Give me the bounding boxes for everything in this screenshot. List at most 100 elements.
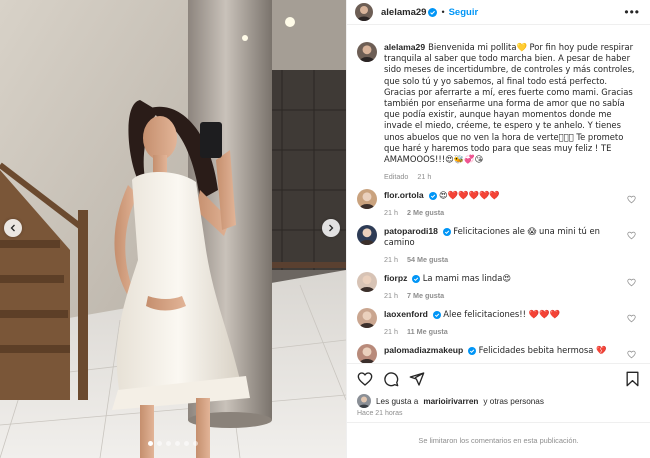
caption-text: alelama29 Bienvenida mi pollita💛 Por fin … — [384, 42, 640, 165]
commenter-avatar[interactable] — [357, 308, 377, 329]
carousel-dot — [148, 441, 153, 446]
comment-icon — [384, 372, 399, 387]
follow-button[interactable]: Seguir — [449, 7, 479, 18]
post-photo — [0, 0, 346, 458]
comment-body: Felicidades bebita hermosa 💔 — [478, 345, 607, 356]
bookmark-icon — [626, 371, 639, 387]
author-avatar[interactable] — [355, 3, 373, 21]
comment-time: 21 h — [384, 208, 398, 218]
comment-like-button[interactable] — [627, 195, 636, 206]
commenter-username[interactable]: palomadiazmakeup — [384, 345, 463, 355]
more-options-button[interactable]: ••• — [624, 5, 640, 19]
post-caption: alelama29 Bienvenida mi pollita💛 Por fin … — [357, 42, 640, 181]
comment-body: 😍❤️❤️❤️❤️❤️ — [438, 190, 500, 201]
caption-meta: Editado 21 h — [384, 172, 640, 181]
next-slide-button[interactable] — [322, 219, 340, 237]
comment-likes[interactable]: 11 Me gusta — [407, 327, 448, 336]
carousel-dot — [193, 441, 198, 446]
comment-likes[interactable]: 54 Me gusta — [407, 255, 448, 264]
comment-likes[interactable]: 2 Me gusta — [407, 208, 444, 217]
heart-icon — [627, 231, 636, 240]
verified-badge-icon — [432, 311, 441, 320]
comment-meta: 21 h 7 Me gusta — [384, 291, 624, 300]
save-button[interactable] — [625, 371, 640, 387]
heart-icon — [627, 350, 636, 359]
verified-badge-icon — [428, 7, 438, 17]
carousel-dot — [175, 441, 180, 446]
liker-avatar[interactable] — [357, 394, 371, 408]
like-button[interactable] — [357, 371, 373, 387]
comment-time: 21 h — [384, 327, 398, 337]
verified-badge-icon — [442, 228, 451, 237]
verified-badge-icon — [468, 347, 477, 356]
comments-list[interactable]: alelama29 Bienvenida mi pollita💛 Por fin … — [347, 25, 650, 363]
heart-icon — [357, 372, 373, 386]
comment-text: patoparodi18 Felicitaciones ale 😱 una mi… — [384, 226, 624, 248]
comment-item: patoparodi18 Felicitaciones ale 😱 una mi… — [357, 225, 640, 264]
caption-username[interactable]: alelama29 — [384, 42, 425, 52]
post-media[interactable] — [0, 0, 346, 458]
comments-limited-notice: Se limitaron los comentarios en esta pub… — [347, 422, 650, 458]
comment-item: laoxenford Alee felicitaciones!! ❤️❤️❤️ 2… — [357, 308, 640, 336]
carousel-dot — [166, 441, 171, 446]
action-bar — [347, 364, 650, 394]
post-footer: Les gusta a marioirivarren y otras perso… — [347, 363, 650, 458]
comment-meta: 21 h 2 Me gusta — [384, 208, 624, 217]
carousel-dot — [157, 441, 162, 446]
commenter-username[interactable]: patoparodi18 — [384, 226, 438, 236]
comment-body: La mami mas linda😍 — [422, 273, 512, 284]
comment-text: palomadiazmakeup Felicidades bebita herm… — [384, 345, 624, 356]
commenter-avatar[interactable] — [357, 272, 377, 293]
comment-meta: 21 h 11 Me gusta — [384, 327, 624, 336]
comment-body: Alee felicitaciones!! ❤️❤️❤️ — [443, 309, 560, 320]
previous-slide-button[interactable] — [4, 219, 22, 237]
liker-username[interactable]: marioirivarren — [423, 397, 478, 406]
comment-text: laoxenford Alee felicitaciones!! ❤️❤️❤️ — [384, 309, 624, 320]
commenter-username[interactable]: flor.ortola — [384, 190, 424, 200]
commenter-username[interactable]: fiorpz — [384, 273, 407, 283]
post-header: alelama29 • Seguir ••• — [347, 0, 650, 25]
post-side-panel: alelama29 • Seguir ••• alelama29 Bienveni… — [346, 0, 650, 458]
chevron-right-icon — [329, 224, 334, 232]
comment-text: fiorpz La mami mas linda😍 — [384, 273, 624, 284]
likes-summary: Les gusta a marioirivarren y otras perso… — [347, 394, 650, 408]
likes-suffix[interactable]: y otras personas — [483, 397, 544, 406]
edited-label: Editado — [384, 172, 409, 182]
separator-dot: • — [441, 7, 445, 17]
caption-time: 21 h — [417, 172, 432, 182]
comment-like-button[interactable] — [627, 278, 636, 289]
comment-thread: flor.ortola 😍❤️❤️❤️❤️❤️ 21 h 2 Me gusta pat… — [357, 189, 640, 363]
verified-badge-icon — [428, 192, 437, 201]
comment-item: fiorpz La mami mas linda😍 21 h 7 Me gusta — [357, 272, 640, 300]
post-timestamp[interactable]: Hace 21 horas — [347, 408, 650, 422]
commenter-username[interactable]: laoxenford — [384, 309, 428, 319]
comment-text: flor.ortola 😍❤️❤️❤️❤️❤️ — [384, 190, 624, 201]
author-avatar[interactable] — [357, 42, 377, 62]
comment-likes[interactable]: 7 Me gusta — [407, 291, 444, 300]
instagram-post: alelama29 • Seguir ••• alelama29 Bienveni… — [0, 0, 650, 458]
commenter-avatar[interactable] — [357, 189, 377, 210]
verified-badge-icon — [412, 275, 421, 284]
comment-like-button[interactable] — [627, 314, 636, 325]
comment-item: flor.ortola 😍❤️❤️❤️❤️❤️ 21 h 2 Me gusta — [357, 189, 640, 217]
comment-like-button[interactable] — [627, 231, 636, 242]
chevron-left-icon — [10, 224, 15, 232]
carousel-indicator — [0, 441, 346, 446]
share-button[interactable] — [409, 371, 425, 387]
comment-button[interactable] — [383, 371, 399, 387]
commenter-avatar[interactable] — [357, 344, 377, 363]
heart-icon — [627, 195, 636, 204]
comment-time: 21 h — [384, 291, 398, 301]
heart-icon — [627, 278, 636, 287]
comment-item: palomadiazmakeup Felicidades bebita herm… — [357, 344, 640, 363]
carousel-dot — [184, 441, 189, 446]
comment-like-button[interactable] — [627, 350, 636, 361]
comment-time: 21 h — [384, 255, 398, 265]
share-icon — [409, 372, 425, 386]
likes-prefix: Les gusta a — [376, 396, 419, 406]
comment-meta: 21 h 54 Me gusta — [384, 255, 624, 264]
heart-icon — [627, 314, 636, 323]
caption-body: Bienvenida mi pollita💛 Por fin hoy pude … — [384, 42, 635, 165]
commenter-avatar[interactable] — [357, 225, 377, 246]
author-username[interactable]: alelama29 — [381, 7, 426, 18]
